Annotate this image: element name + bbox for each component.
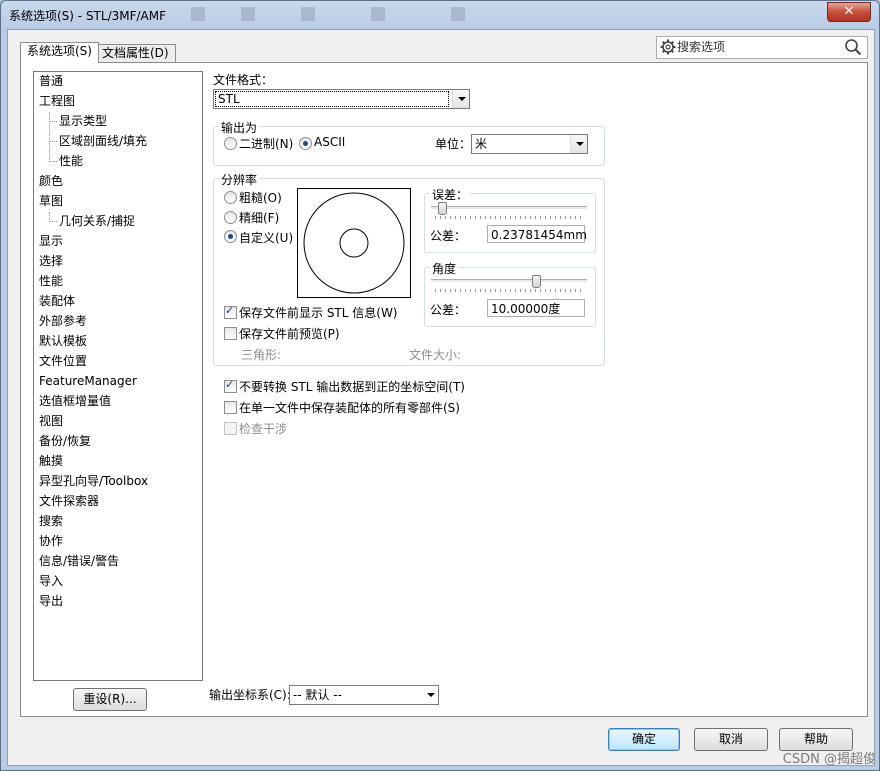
tree-connector bbox=[49, 141, 57, 142]
tree-item-file-explorer[interactable]: 文件探索器 bbox=[39, 493, 99, 509]
tree-item-drawing-performance[interactable]: 性能 bbox=[59, 153, 83, 169]
unit-label: 单位： bbox=[435, 137, 472, 151]
tree-item-featuremanager[interactable]: FeatureManager bbox=[39, 373, 137, 389]
binary-radio[interactable] bbox=[224, 137, 237, 150]
gear-icon[interactable] bbox=[660, 39, 676, 55]
tree-item-spin-box-increments[interactable]: 选值框增量值 bbox=[39, 393, 111, 409]
deviation-tolerance-label: 公差： bbox=[430, 229, 467, 243]
preview-before-save-checkbox[interactable] bbox=[224, 327, 237, 340]
deviation-tolerance-input[interactable]: 0.23781454mm bbox=[487, 225, 587, 243]
unit-value: 米 bbox=[475, 137, 488, 151]
reset-button[interactable]: 重设(R)... bbox=[73, 688, 147, 711]
tree-item-search[interactable]: 搜索 bbox=[39, 513, 63, 529]
check-interference-label: 检查干涉 bbox=[239, 422, 288, 436]
chevron-down-icon[interactable] bbox=[570, 135, 587, 153]
search-icon[interactable] bbox=[844, 38, 862, 56]
triangles-label: 三角形: bbox=[241, 348, 282, 362]
single-file-assembly-checkbox[interactable] bbox=[224, 401, 237, 414]
search-options-box[interactable] bbox=[656, 36, 868, 59]
tree-item-touch[interactable]: 触摸 bbox=[39, 453, 63, 469]
close-button[interactable]: ✕ bbox=[827, 2, 871, 22]
chevron-down-icon[interactable] bbox=[422, 686, 438, 704]
angle-tolerance-input[interactable]: 10.00000度 bbox=[487, 299, 585, 317]
unit-select[interactable]: 米 bbox=[471, 134, 588, 154]
ascii-radio-label[interactable]: ASCII bbox=[314, 135, 345, 149]
tree-item-file-locations[interactable]: 文件位置 bbox=[39, 353, 87, 369]
output-coord-value: -- 默认 -- bbox=[293, 688, 342, 702]
tree-item-selection[interactable]: 选择 bbox=[39, 253, 63, 269]
show-stl-info-checkbox[interactable] bbox=[224, 304, 237, 319]
file-format-value: STL bbox=[215, 91, 449, 107]
show-stl-info-label[interactable]: 保存文件前显示 STL 信息(W) bbox=[239, 304, 398, 321]
tree-connector bbox=[49, 221, 57, 222]
dialog-client: 系统选项(S) 文档属性(D) 搜索选项 普通 工程图 显示类型 区域剖面线/填… bbox=[7, 29, 875, 766]
check-interference-checkbox[interactable] bbox=[224, 422, 237, 435]
deviation-group-label: 误差： bbox=[430, 186, 471, 203]
tree-item-default-templates[interactable]: 默认模板 bbox=[39, 333, 87, 349]
tree-connector bbox=[49, 161, 57, 162]
coarse-radio-label[interactable]: 粗糙(O) bbox=[239, 189, 282, 206]
tree-item-display-style[interactable]: 显示类型 bbox=[59, 113, 107, 129]
output-as-group-label: 输出为 bbox=[219, 119, 260, 136]
tree-item-messages-errors-warnings[interactable]: 信息/错误/警告 bbox=[39, 553, 119, 569]
no-positive-coords-checkbox[interactable] bbox=[224, 378, 237, 393]
resolution-group-label: 分辨率 bbox=[219, 171, 260, 188]
tree-connector bbox=[49, 112, 50, 162]
file-size-label: 文件大小: bbox=[409, 348, 462, 362]
system-options-panel: 普通 工程图 显示类型 区域剖面线/填充 性能 颜色 草图 几何关系/捕捉 显示… bbox=[20, 62, 868, 717]
tab-system-options[interactable]: 系统选项(S) bbox=[20, 42, 99, 63]
fine-radio[interactable] bbox=[224, 211, 237, 224]
coarse-radio[interactable] bbox=[224, 191, 237, 204]
tree-connector bbox=[49, 121, 57, 122]
search-input[interactable] bbox=[677, 38, 837, 55]
options-tree[interactable]: 普通 工程图 显示类型 区域剖面线/填充 性能 颜色 草图 几何关系/捕捉 显示… bbox=[33, 71, 203, 681]
watermark-text: CSDN @揭超俊 bbox=[782, 752, 876, 767]
tree-item-backup-recover[interactable]: 备份/恢复 bbox=[39, 433, 91, 449]
preview-before-save-label[interactable]: 保存文件前预览(P) bbox=[239, 325, 340, 342]
angle-tolerance-label: 公差： bbox=[430, 303, 467, 317]
tree-item-relations-snaps[interactable]: 几何关系/捕捉 bbox=[59, 213, 135, 229]
background-toolbar-ghost bbox=[191, 7, 465, 21]
deviation-slider[interactable] bbox=[431, 202, 587, 222]
tree-item-display[interactable]: 显示 bbox=[39, 233, 63, 249]
dialog-window: 系统选项(S) - STL/3MF/AMF ✕ 系统选项(S) 文档属性(D) bbox=[0, 0, 880, 771]
resolution-preview-image bbox=[297, 188, 411, 298]
tree-item-general[interactable]: 普通 bbox=[39, 73, 63, 89]
fine-radio-label[interactable]: 精细(F) bbox=[239, 209, 279, 226]
chevron-down-icon[interactable] bbox=[452, 90, 469, 108]
binary-radio-label[interactable]: 二进制(N) bbox=[239, 135, 293, 152]
output-coord-select[interactable]: -- 默认 -- bbox=[289, 685, 439, 705]
custom-radio-label[interactable]: 自定义(U) bbox=[239, 229, 293, 246]
ascii-radio[interactable] bbox=[299, 137, 312, 150]
tree-item-performance[interactable]: 性能 bbox=[39, 273, 63, 289]
close-icon: ✕ bbox=[843, 4, 855, 19]
tree-item-assemblies[interactable]: 装配体 bbox=[39, 293, 75, 309]
tree-item-external-references[interactable]: 外部参考 bbox=[39, 313, 87, 329]
ok-button[interactable]: 确定 bbox=[608, 728, 680, 751]
tree-item-import[interactable]: 导入 bbox=[39, 573, 63, 589]
angle-slider-thumb[interactable] bbox=[532, 275, 541, 288]
tree-item-hole-wizard-toolbox[interactable]: 异型孔向导/Toolbox bbox=[39, 473, 148, 489]
title-bar: 系统选项(S) - STL/3MF/AMF ✕ bbox=[1, 1, 879, 29]
output-coord-label: 输出坐标系(C): bbox=[209, 688, 291, 702]
tab-document-properties[interactable]: 文档属性(D) bbox=[95, 44, 176, 62]
file-format-label: 文件格式： bbox=[213, 73, 274, 87]
deviation-slider-thumb[interactable] bbox=[438, 202, 447, 215]
window-title: 系统选项(S) - STL/3MF/AMF bbox=[9, 9, 167, 23]
tree-item-drawings[interactable]: 工程图 bbox=[39, 93, 75, 109]
file-format-select[interactable]: STL bbox=[213, 89, 470, 109]
tree-item-export[interactable]: 导出 bbox=[39, 593, 63, 609]
tree-item-sketch[interactable]: 草图 bbox=[39, 193, 63, 209]
tree-item-area-hatch[interactable]: 区域剖面线/填充 bbox=[59, 133, 147, 149]
tree-item-collaboration[interactable]: 协作 bbox=[39, 533, 63, 549]
tree-item-view[interactable]: 视图 bbox=[39, 413, 63, 429]
single-file-assembly-label[interactable]: 在单一文件中保存装配体的所有零部件(S) bbox=[239, 399, 460, 416]
no-positive-coords-label[interactable]: 不要转换 STL 输出数据到正的坐标空间(T) bbox=[239, 378, 465, 395]
custom-radio[interactable] bbox=[224, 230, 237, 243]
tree-item-colors[interactable]: 颜色 bbox=[39, 173, 63, 189]
cancel-button[interactable]: 取消 bbox=[694, 728, 768, 751]
angle-slider[interactable] bbox=[431, 275, 587, 295]
